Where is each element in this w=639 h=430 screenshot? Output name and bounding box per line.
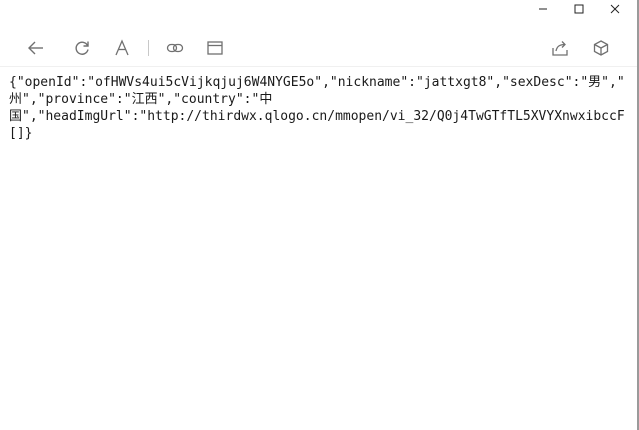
extension-button[interactable] xyxy=(587,34,615,62)
toolbar-divider xyxy=(0,66,637,67)
json-text-line: {"openId":"ofHWVs4ui5cVijkqjuj6W4NYGE5o"… xyxy=(9,75,625,90)
cube-icon xyxy=(593,40,609,56)
maximize-button[interactable] xyxy=(561,0,597,18)
json-text-line: []} xyxy=(9,126,33,141)
text-size-button[interactable] xyxy=(108,34,136,62)
window-button[interactable] xyxy=(201,34,229,62)
minimize-button[interactable] xyxy=(525,0,561,18)
json-text-line: 国","headImgUrl":"http://thirdwx.qlogo.cn… xyxy=(9,109,625,124)
toolbar-separator xyxy=(148,40,149,56)
back-arrow-icon xyxy=(28,41,43,55)
refresh-icon xyxy=(75,41,89,55)
back-button[interactable] xyxy=(22,34,50,62)
json-response-body: {"openId":"ofHWVs4ui5cVijkqjuj6W4NYGE5o"… xyxy=(9,74,637,164)
share-button[interactable] xyxy=(546,34,574,62)
link-button[interactable] xyxy=(161,34,189,62)
share-icon xyxy=(552,41,568,56)
caption-buttons xyxy=(525,0,633,18)
link-icon xyxy=(166,43,184,53)
maximize-icon xyxy=(574,4,584,14)
toolbar xyxy=(0,30,637,66)
refresh-button[interactable] xyxy=(68,34,96,62)
minimize-icon xyxy=(539,8,547,10)
browser-window: {"openId":"ofHWVs4ui5cVijkqjuj6W4NYGE5o"… xyxy=(0,0,639,430)
close-icon xyxy=(610,4,620,14)
json-text-line: 州","province":"江西","country":"中 xyxy=(9,92,273,107)
text-size-icon xyxy=(115,39,129,56)
browser-window-icon xyxy=(207,41,223,55)
close-button[interactable] xyxy=(597,0,633,18)
